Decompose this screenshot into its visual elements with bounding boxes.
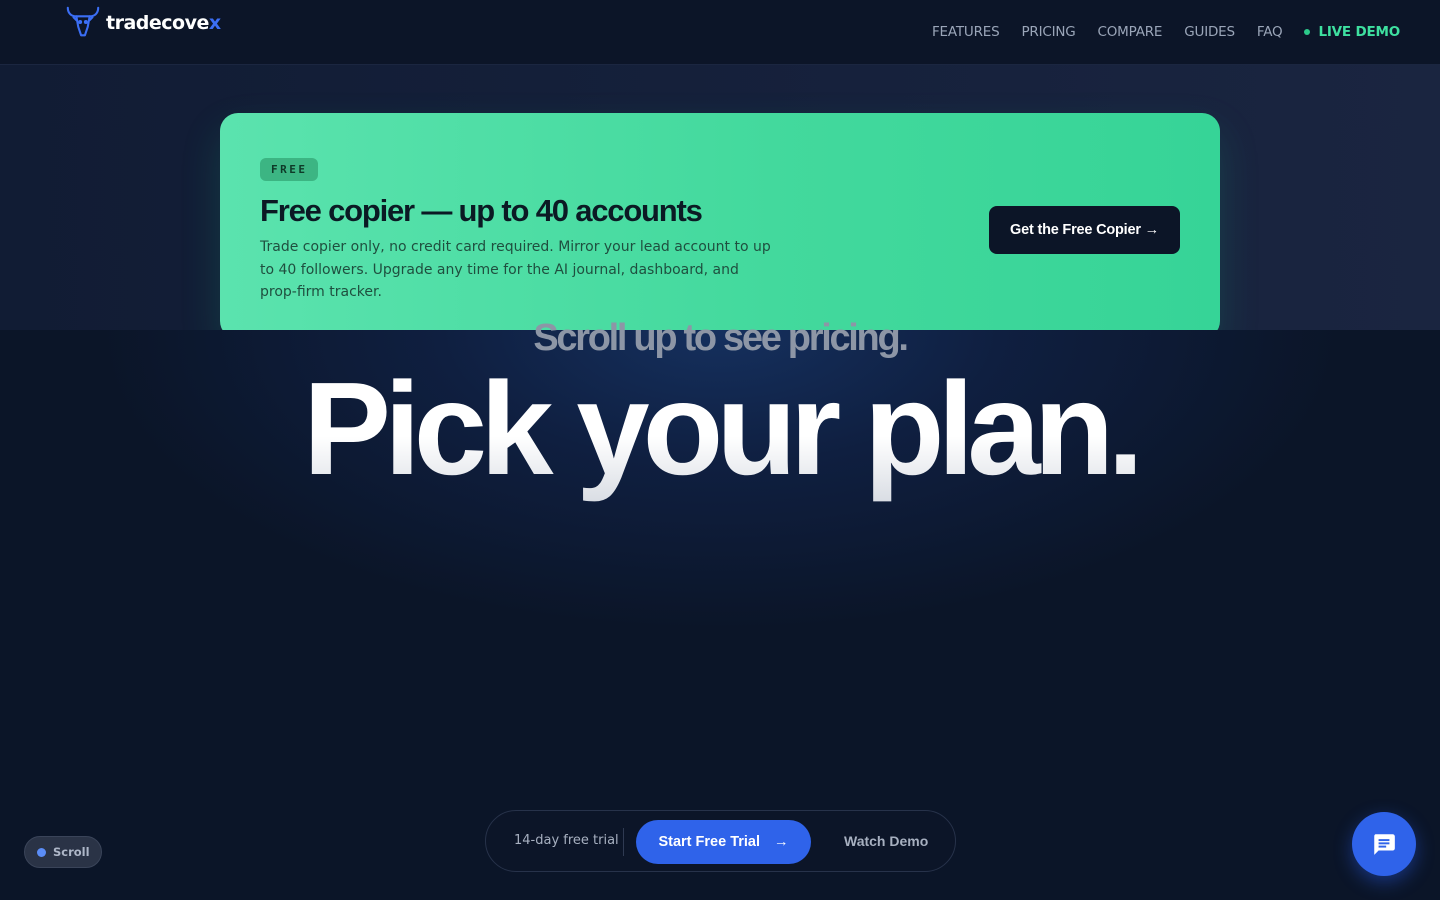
logo-link[interactable]: tradecovex bbox=[64, 4, 221, 42]
free-plan-description: Trade copier only, no credit card requir… bbox=[260, 239, 771, 300]
watch-demo-button[interactable]: Watch Demo bbox=[844, 833, 928, 849]
nav-guides[interactable]: GUIDES bbox=[1184, 24, 1235, 40]
nav-live-demo[interactable]: LIVE DEMO bbox=[1304, 24, 1400, 40]
free-plan-card: FREE Free copier — up to 40 accounts Tra… bbox=[220, 113, 1220, 339]
nav-faq[interactable]: FAQ bbox=[1257, 24, 1283, 40]
scroll-dot-icon bbox=[37, 847, 46, 857]
hero-title: Pick your plan. bbox=[0, 354, 1440, 504]
logo-wordmark: tradecovex bbox=[106, 12, 221, 34]
cta-divider bbox=[623, 828, 624, 856]
bull-head-icon bbox=[66, 6, 100, 37]
page: tradecovex FEATURES PRICING COMPARE GUID… bbox=[0, 0, 1440, 900]
scroll-label: Scroll bbox=[53, 845, 90, 859]
start-free-trial-button[interactable]: Start Free Trial → bbox=[636, 820, 811, 864]
chat-launcher-button[interactable] bbox=[1352, 812, 1416, 876]
chat-bubble-icon bbox=[1374, 834, 1395, 855]
start-free-trial-label: Start Free Trial bbox=[658, 834, 761, 850]
plan-badge: FREE bbox=[260, 158, 318, 181]
cta-bar: 14-day free trial Start Free Trial → Wat… bbox=[485, 810, 956, 872]
nav-pricing[interactable]: PRICING bbox=[1021, 24, 1075, 40]
main-nav: FEATURES PRICING COMPARE GUIDES FAQ LIVE… bbox=[910, 24, 1400, 40]
logo-text-accent: x bbox=[208, 12, 221, 34]
nav-compare[interactable]: COMPARE bbox=[1098, 24, 1163, 40]
pricing-section: FREE Free copier — up to 40 accounts Tra… bbox=[0, 65, 1440, 339]
trial-text: 14-day free trial bbox=[514, 833, 619, 848]
nav-live-demo-label: LIVE DEMO bbox=[1318, 24, 1400, 40]
scroll-indicator[interactable]: Scroll bbox=[24, 836, 102, 868]
site-header: tradecovex FEATURES PRICING COMPARE GUID… bbox=[0, 0, 1440, 65]
arrow-right-icon: → bbox=[774, 834, 789, 850]
free-plan-title: Free copier — up to 40 accounts bbox=[260, 193, 703, 228]
nav-features[interactable]: FEATURES bbox=[932, 24, 1000, 40]
logo-text-main: tradecove bbox=[106, 12, 209, 34]
status-dot-icon bbox=[1304, 29, 1311, 35]
get-free-copier-button[interactable]: Get the Free Copier → bbox=[989, 206, 1180, 254]
